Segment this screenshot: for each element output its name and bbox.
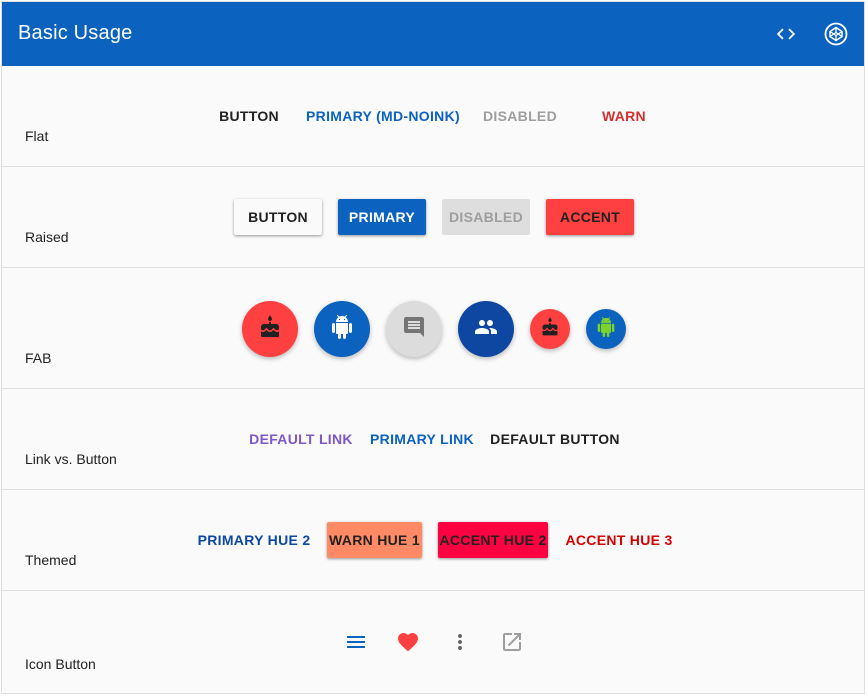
raised-disabled-button: DISABLED: [442, 199, 530, 235]
people-icon: [474, 315, 498, 344]
fab-cake-button[interactable]: [242, 301, 298, 357]
primary-link[interactable]: PRIMARY LINK: [368, 421, 476, 457]
flat-disabled-button: DISABLED: [483, 108, 557, 124]
section-flat: BUTTON PRIMARY (MD-NOINK) DISABLED WARN …: [2, 66, 864, 167]
fab-people-button[interactable]: [458, 301, 514, 357]
toolbar: Basic Usage: [2, 2, 864, 66]
toolbar-title: Basic Usage: [18, 22, 133, 44]
raised-button[interactable]: BUTTON: [234, 199, 322, 235]
primary-hue-2-button[interactable]: PRIMARY HUE 2: [196, 522, 312, 558]
android-icon: [330, 314, 354, 344]
section-themed: PRIMARY HUE 2 WARN HUE 1 ACCENT HUE 2 AC…: [2, 490, 864, 591]
raised-primary-button[interactable]: PRIMARY: [338, 199, 426, 235]
fab-android-button[interactable]: [314, 301, 370, 357]
flat-button[interactable]: BUTTON: [208, 98, 290, 134]
fab-mini-cake-button[interactable]: [530, 309, 570, 349]
default-button[interactable]: DEFAULT BUTTON: [490, 421, 620, 457]
fab-mini-android-button[interactable]: [586, 309, 626, 349]
heart-icon: [396, 630, 420, 659]
flat-primary-button[interactable]: PRIMARY (MD-NOINK): [304, 98, 462, 134]
default-link[interactable]: DEFAULT LINK: [248, 421, 354, 457]
more-vert-icon-button[interactable]: [448, 632, 472, 656]
raised-accent-button[interactable]: ACCENT: [546, 199, 634, 235]
section-fab: FAB: [2, 268, 864, 389]
section-label-raised: Raised: [25, 229, 69, 245]
section-icon-button: Icon Button: [2, 591, 864, 693]
section-raised: BUTTON PRIMARY DISABLED ACCENT Raised: [2, 167, 864, 268]
fab-comment-button: [386, 301, 442, 357]
section-label-icon-button: Icon Button: [25, 656, 96, 672]
basic-usage-card: Basic Usage BUTTON PRIMARY (MD-NOINK) DI…: [1, 1, 865, 694]
menu-icon: [344, 630, 368, 659]
comment-icon: [402, 315, 426, 344]
flat-warn-button[interactable]: WARN: [582, 98, 666, 134]
warn-hue-1-button[interactable]: WARN HUE 1: [327, 522, 422, 558]
section-label-flat: Flat: [25, 128, 49, 144]
codepen-icon[interactable]: [824, 22, 848, 46]
android-icon: [596, 316, 616, 342]
open-in-new-icon: [500, 630, 524, 659]
code-icon[interactable]: [774, 22, 798, 46]
section-label-link: Link vs. Button: [25, 451, 117, 467]
more-vert-icon: [448, 630, 472, 659]
menu-icon-button[interactable]: [344, 632, 368, 656]
cake-icon: [540, 316, 560, 342]
accent-hue-3-button[interactable]: ACCENT HUE 3: [562, 522, 676, 558]
open-in-new-icon-button: [500, 632, 524, 656]
section-link: DEFAULT LINK PRIMARY LINK DEFAULT BUTTON…: [2, 389, 864, 490]
accent-hue-2-button[interactable]: ACCENT HUE 2: [438, 522, 548, 558]
cake-icon: [258, 314, 282, 344]
heart-icon-button[interactable]: [396, 632, 420, 656]
section-label-themed: Themed: [25, 552, 77, 568]
section-label-fab: FAB: [25, 350, 52, 366]
